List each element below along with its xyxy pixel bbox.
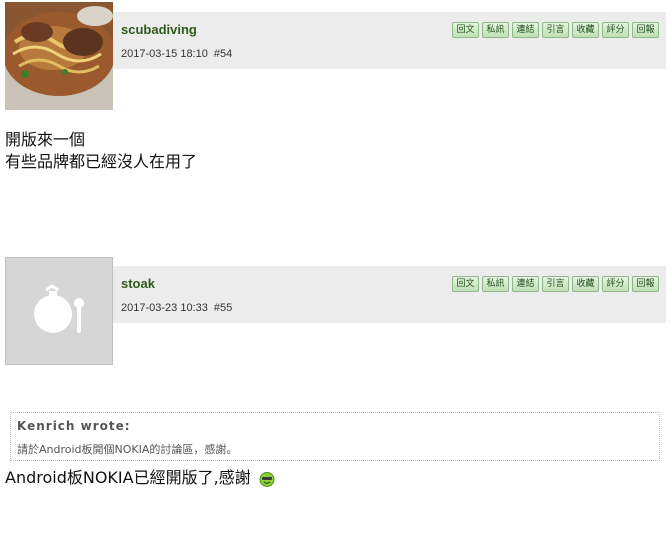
post-meta: 2017-03-23 10:33 #55 <box>121 302 232 314</box>
smile-emoticon-icon <box>259 471 275 487</box>
post-body-line: 有些品牌都已經沒人在用了 <box>5 152 198 171</box>
post-actions: 回文 私訊 連結 引言 收藏 評分 回報 <box>452 22 659 38</box>
post-actions: 回文 私訊 連結 引言 收藏 評分 回報 <box>452 276 659 292</box>
link-button[interactable]: 連結 <box>512 276 539 292</box>
quote-text: 請於Android板開個NOKIA的討論區，感謝。 <box>17 443 238 456</box>
post-body: Android板NOKIA已經開版了,感謝 <box>5 467 275 489</box>
post-number[interactable]: #55 <box>214 302 232 314</box>
post-body-line: 開版來一個 <box>5 130 86 149</box>
post-body: 開版來一個 有些品牌都已經沒人在用了 <box>5 129 197 173</box>
post-body-line: Android板NOKIA已經開版了,感謝 <box>5 468 251 487</box>
quote-button[interactable]: 引言 <box>542 22 569 38</box>
link-button[interactable]: 連結 <box>512 22 539 38</box>
post-meta: 2017-03-15 18:10 #54 <box>121 48 232 60</box>
avatar-photo-image <box>5 2 113 110</box>
report-button[interactable]: 回報 <box>632 22 659 38</box>
quote-author: Kenrich wrote: <box>17 419 131 433</box>
rate-button[interactable]: 評分 <box>602 276 629 292</box>
forum-post: stoak 2017-03-23 10:33 #55 回文 私訊 連結 引言 收藏… <box>0 255 671 539</box>
quote-block: Kenrich wrote: 請於Android板開個NOKIA的討論區，感謝。 <box>10 412 660 461</box>
post-datetime: 2017-03-23 10:33 <box>121 302 208 314</box>
post-datetime: 2017-03-15 18:10 <box>121 48 208 60</box>
reply-button[interactable]: 回文 <box>452 276 479 292</box>
bookmark-button[interactable]: 收藏 <box>572 22 599 38</box>
default-avatar-icon <box>6 258 112 364</box>
quote-button[interactable]: 引言 <box>542 276 569 292</box>
reply-button[interactable]: 回文 <box>452 22 479 38</box>
avatar[interactable] <box>5 2 113 110</box>
private-message-button[interactable]: 私訊 <box>482 22 509 38</box>
rate-button[interactable]: 評分 <box>602 22 629 38</box>
bookmark-button[interactable]: 收藏 <box>572 276 599 292</box>
username[interactable]: stoak <box>121 276 155 291</box>
avatar[interactable] <box>5 257 113 365</box>
report-button[interactable]: 回報 <box>632 276 659 292</box>
post-number[interactable]: #54 <box>214 48 232 60</box>
post-header: scubadiving 2017-03-15 18:10 #54 回文 私訊 連結… <box>113 12 666 69</box>
private-message-button[interactable]: 私訊 <box>482 276 509 292</box>
username[interactable]: scubadiving <box>121 22 197 37</box>
post-header: stoak 2017-03-23 10:33 #55 回文 私訊 連結 引言 收藏… <box>113 266 666 323</box>
forum-post: scubadiving 2017-03-15 18:10 #54 回文 私訊 連結… <box>0 0 671 240</box>
